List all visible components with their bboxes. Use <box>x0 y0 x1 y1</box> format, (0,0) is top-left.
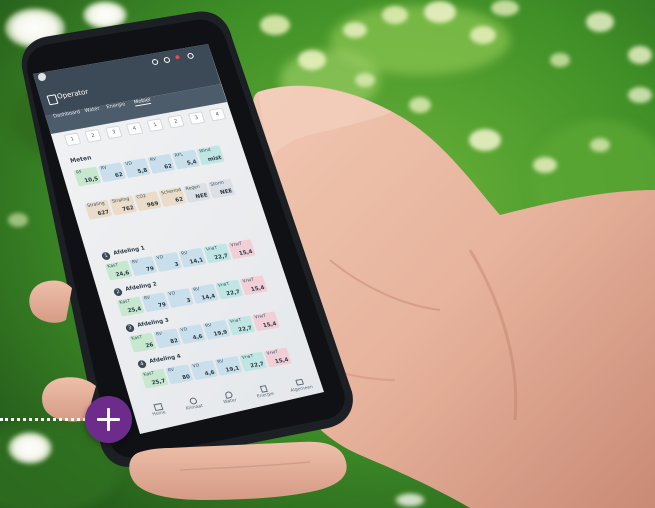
sensor-value: 26 <box>144 342 155 350</box>
sensor-label: RV <box>192 287 201 294</box>
sensor-value: 19,9 <box>213 329 229 338</box>
sensor-label: VD <box>168 291 177 298</box>
sensor-value: NEE <box>194 192 209 201</box>
sensor-label: VrwT <box>230 241 243 249</box>
sensor-label: KasT <box>142 371 156 378</box>
sensor-value: 14,1 <box>189 257 205 266</box>
sensor-label: KasT <box>130 335 144 342</box>
sensor-value: 22,7 <box>237 325 253 334</box>
sensor-value: 25,7 <box>151 378 167 387</box>
sensor-value: 79 <box>145 266 156 273</box>
sensor-value: 22,7 <box>213 253 229 262</box>
sensor-value: 22,7 <box>249 361 265 370</box>
sensor-value: 15,4 <box>262 321 278 330</box>
sensor-label: RV <box>155 331 164 338</box>
sensor-value: 10,5 <box>83 176 100 185</box>
sensor-label: Straling <box>86 201 106 209</box>
sensor-label: RV <box>216 359 225 366</box>
sensor-value: 79 <box>157 302 168 310</box>
sensor-label: RV <box>180 251 189 257</box>
sensor-label: KasT <box>106 263 120 270</box>
sensor-label: VrwT <box>217 282 231 289</box>
sensor-value: 15,4 <box>274 357 290 366</box>
dotted-connector-line <box>0 418 92 421</box>
sensor-value: 25,4 <box>127 306 143 315</box>
sensor-label: Wind <box>198 147 212 155</box>
sensor-value: 80 <box>181 374 192 382</box>
sensor-value: 15,4 <box>250 285 266 294</box>
sensor-value: 4,6 <box>204 369 216 378</box>
sensor-value: 14,4 <box>201 293 217 302</box>
sensor-value: 969 <box>146 201 160 209</box>
sensor-value: 3 <box>186 297 192 305</box>
sensor-value: 19,1 <box>225 365 241 374</box>
sensor-label: RV <box>131 259 140 266</box>
sensor-value: 5,8 <box>136 167 149 176</box>
sensor-value: 62 <box>174 196 185 204</box>
sensor-label: RV <box>167 367 176 374</box>
sensor-label: Storm <box>209 180 225 188</box>
sensor-value: 5,4 <box>186 159 198 167</box>
sensor-label: RF <box>75 170 83 176</box>
sensor-label: VD <box>124 161 133 168</box>
plus-icon[interactable] <box>85 396 132 443</box>
sensor-label: RV <box>143 295 152 302</box>
sensor-value: 82 <box>169 338 180 346</box>
sensor-label: RV <box>100 165 108 172</box>
sensor-value: 627 <box>96 209 111 218</box>
sensor-value: NEE <box>219 188 234 197</box>
sensor-value: 62 <box>163 163 174 171</box>
sensor-label: VD <box>180 327 189 334</box>
sensor-value: 22,7 <box>225 289 241 298</box>
sensor-value: 15,4 <box>238 249 254 258</box>
sensor-label: VD <box>192 363 201 370</box>
sensor-value: mist <box>207 155 223 164</box>
sensor-value: 24,6 <box>115 270 131 279</box>
sensor-label: VrwT <box>241 354 255 361</box>
sensor-label: VrwT <box>266 349 279 357</box>
sensor-value: 3 <box>174 261 180 269</box>
sensor-label: KasT <box>118 299 132 306</box>
sensor-value: 762 <box>121 205 135 213</box>
sensor-value: 62 <box>114 172 124 180</box>
sensor-label: RV <box>149 157 158 164</box>
camera-hole <box>38 73 46 81</box>
sensor-label: VD <box>156 255 165 262</box>
sensor-value: 4,6 <box>192 333 204 342</box>
sensor-label: Regen <box>185 184 201 192</box>
sensor-label: VrwT <box>229 318 243 325</box>
sensor-label: Schermd <box>160 188 182 197</box>
general-icon[interactable] <box>295 378 305 386</box>
sensor-label: Straling <box>111 196 131 205</box>
sensor-label: VrwT <box>205 246 219 253</box>
sensor-label: VrwT <box>254 313 267 321</box>
sensor-label: RFL <box>174 152 184 159</box>
sensor-label: VrwT <box>242 277 255 285</box>
sensor-label: CO2 <box>136 194 148 201</box>
sensor-label: RV <box>204 323 213 330</box>
